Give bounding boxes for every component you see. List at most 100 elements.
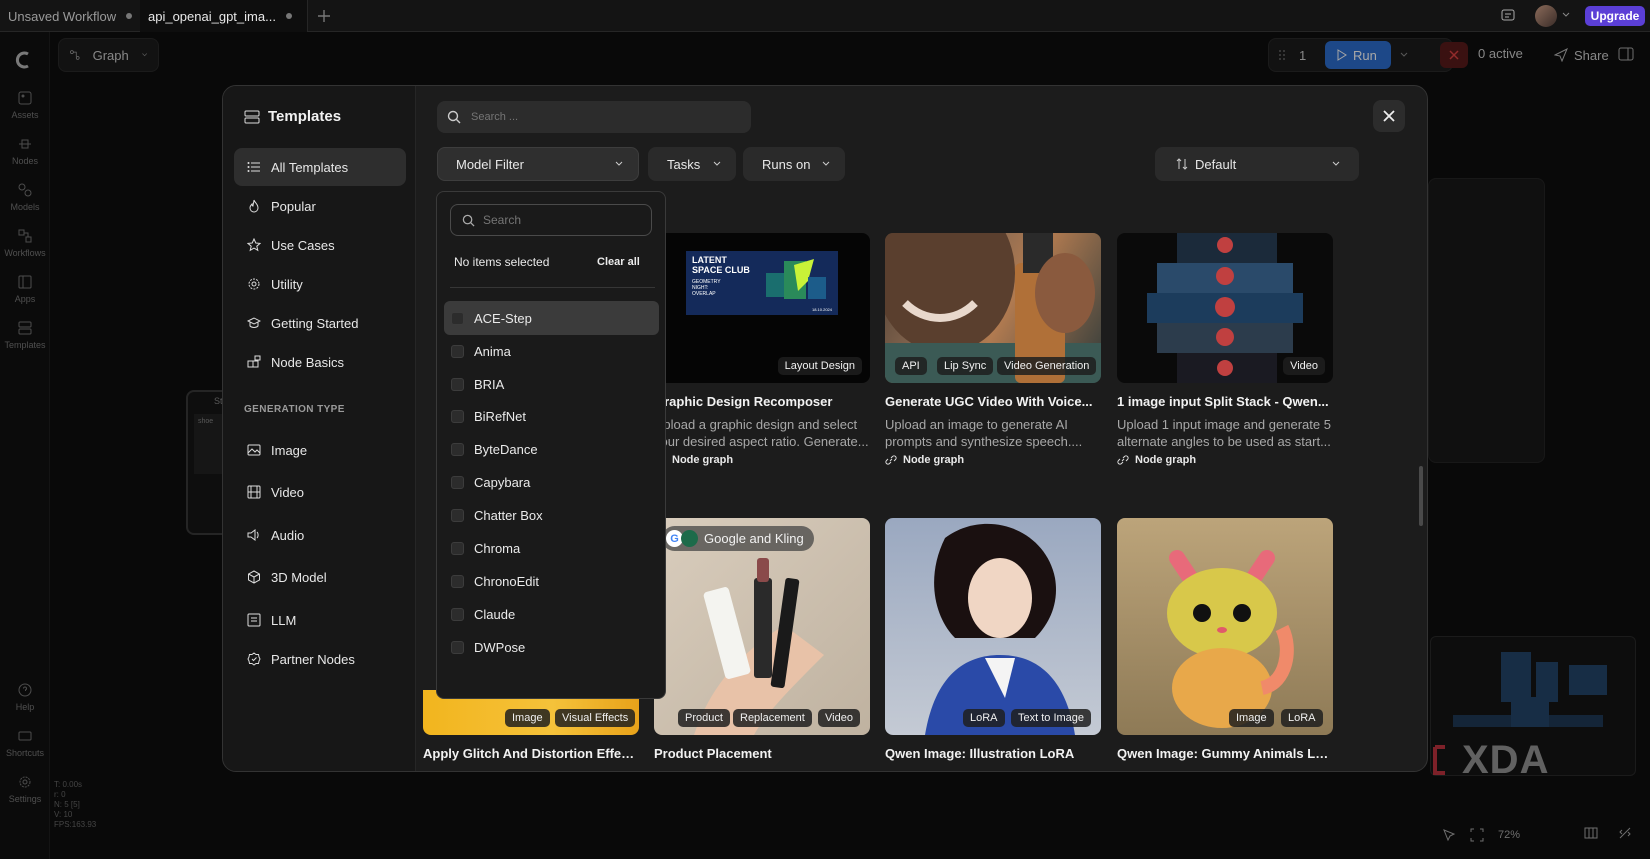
text-doc-icon [247,613,261,627]
card-thumbnail: Video [1117,233,1333,383]
link-icon [1117,455,1129,465]
nav-popular[interactable]: Popular [234,187,406,225]
checkbox[interactable] [451,640,464,654]
nav-label: Node Basics [271,354,344,370]
upgrade-button[interactable]: Upgrade [1585,6,1645,26]
option-label: BiRefNet [474,408,527,424]
checkbox[interactable] [451,311,464,325]
card-tag: Video Generation [997,357,1097,375]
chevron-down-icon[interactable] [1561,10,1571,20]
search-input[interactable] [471,111,731,123]
template-card[interactable]: Image LoRA Qwen Image: Gummy Animals LoR… [1117,518,1333,761]
model-option-claude[interactable]: Claude [444,597,659,631]
template-card[interactable]: LATENT SPACE CLUB GEOMETRY NIGHT: OVERLA… [654,233,870,466]
nav-label: LLM [271,612,297,628]
nav-label: 3D Model [271,569,327,585]
chevron-down-icon [822,161,830,166]
card-meta: Node graph [885,454,1101,466]
clear-all-button[interactable]: Clear all [597,256,640,268]
checkbox[interactable] [451,508,464,522]
card-tag: Video [1283,357,1325,375]
model-option-chatter-box[interactable]: Chatter Box [444,498,659,532]
nav-node-basics[interactable]: Node Basics [234,343,406,381]
checkbox[interactable] [451,475,464,489]
card-thumbnail: Image LoRA [1117,518,1333,735]
checkbox[interactable] [451,377,464,391]
model-option-ace-step[interactable]: ACE-Step [444,301,659,335]
divider [450,287,655,288]
avatar[interactable] [1535,5,1557,27]
nav-label: Utility [271,276,303,292]
close-button[interactable] [1373,100,1405,132]
nav-audio[interactable]: Audio [234,516,406,554]
nav-use-cases[interactable]: Use Cases [234,226,406,264]
kling-logo-icon [681,530,698,547]
model-option-bria[interactable]: BRIA [444,367,659,401]
sort-button[interactable]: Default [1155,147,1359,181]
model-option-chroma[interactable]: Chroma [444,531,659,565]
option-label: ChronoEdit [474,573,540,589]
template-card[interactable]: LoRA Text to Image Qwen Image: Illustrat… [885,518,1101,761]
model-option-anima[interactable]: Anima [444,334,659,368]
card-title: Product Placement [654,746,772,761]
card-title: Qwen Image: Illustration LoRA [885,746,1075,761]
model-search-input[interactable] [483,213,633,227]
nav-label: Partner Nodes [271,651,355,667]
template-card[interactable]: G Google and Kling Product Replacement V… [654,518,870,761]
card-title: Apply Glitch And Distortion Effects [423,746,639,761]
nav-llm[interactable]: LLM [234,601,406,639]
card-title: Qwen Image: Gummy Animals LoRA [1117,746,1333,761]
modal-title-text: Templates [268,108,342,125]
option-label: Capybara [474,474,531,490]
nav-3d-model[interactable]: 3D Model [234,558,406,596]
tab-api-openai[interactable]: api_openai_gpt_ima... [140,0,308,32]
card-description: Upload an image to generate AI prompts a… [885,417,1083,449]
modal-title: Templates [244,108,341,125]
nav-utility[interactable]: Utility [234,265,406,303]
cube-icon [248,570,260,584]
nav-image[interactable]: Image [234,431,406,469]
model-option-birefnet[interactable]: BiRefNet [444,399,659,433]
template-card[interactable]: Image Visual Effects Apply Glitch And Di… [423,690,639,761]
checkbox[interactable] [451,409,464,423]
templates-icon [244,110,260,123]
partner-badge: G Google and Kling [662,526,814,551]
checkbox[interactable] [451,344,464,358]
card-tag: Image [505,709,550,727]
model-filter-button[interactable]: Model Filter [437,147,639,181]
model-option-bytedance[interactable]: ByteDance [444,432,659,466]
nav-label: Audio [271,527,305,543]
model-option-chronoedit[interactable]: ChronoEdit [444,564,659,598]
tab-unsaved-workflow[interactable]: Unsaved Workflow [0,0,140,32]
option-label: ByteDance [474,441,538,457]
checkbox[interactable] [451,607,464,621]
unsaved-dot-icon [126,13,133,19]
checkbox[interactable] [451,574,464,588]
checkbox[interactable] [451,541,464,555]
template-card[interactable]: API Lip Sync Video Generation Generate U… [885,233,1101,466]
new-tab-icon[interactable] [316,8,332,24]
runs-on-filter-button[interactable]: Runs on [743,147,845,181]
chat-icon[interactable] [1500,8,1516,24]
template-card[interactable]: Video 1 image input Split Stack - Qwen..… [1117,233,1333,466]
star-icon [247,238,261,252]
card-tag: API [895,357,927,375]
scrollbar-thumb[interactable] [1419,466,1423,526]
card-tag: Lip Sync [937,357,994,375]
model-option-capybara[interactable]: Capybara [444,465,659,499]
template-search[interactable] [437,101,751,133]
nav-label: All Templates [271,159,349,175]
tasks-filter-button[interactable]: Tasks [648,147,736,181]
nav-video[interactable]: Video [234,473,406,511]
nav-partner-nodes[interactable]: Partner Nodes [234,640,406,678]
search-icon [462,214,475,227]
nav-getting-started[interactable]: Getting Started [234,304,406,342]
model-filter-dropdown: No items selected Clear all ACE-Step Ani… [436,191,666,699]
checkbox[interactable] [451,442,464,456]
card-description: Upload a graphic design and select your … [654,417,869,449]
model-option-dwpose[interactable]: DWPose [444,630,659,664]
model-search[interactable] [450,204,652,236]
nav-all-templates[interactable]: All Templates [234,148,406,186]
option-label: BRIA [474,376,505,392]
card-tag: Replacement [733,709,812,727]
